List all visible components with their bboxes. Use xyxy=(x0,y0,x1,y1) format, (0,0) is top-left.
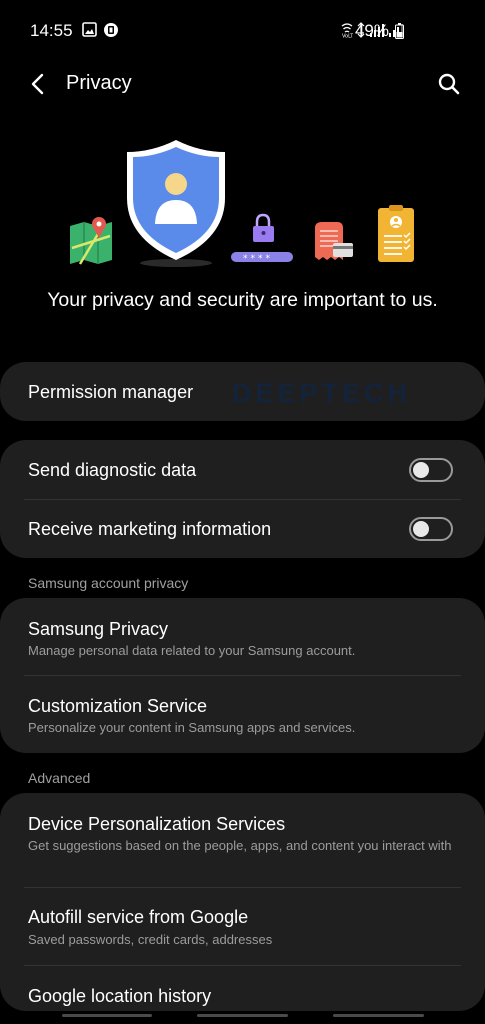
customization-service-row[interactable]: Customization Service Personalize your c… xyxy=(0,676,485,753)
receive-marketing-row[interactable]: Receive marketing information xyxy=(0,499,485,558)
samsung-privacy-title: Samsung Privacy xyxy=(28,619,169,639)
recents-nav-button[interactable] xyxy=(62,1014,152,1017)
device-personalization-subtitle: Get suggestions based on the people, app… xyxy=(28,838,452,853)
send-diagnostic-data-row[interactable]: Send diagnostic data xyxy=(0,440,485,499)
wifi-calling-icon: VoLTE xyxy=(341,23,353,39)
samsung-privacy-card: Samsung Privacy Manage personal data rel… xyxy=(0,598,485,753)
data-toggles-card: Send diagnostic data Receive marketing i… xyxy=(0,440,485,558)
customization-service-subtitle: Personalize your content in Samsung apps… xyxy=(28,720,356,735)
status-time: 14:55 xyxy=(30,21,73,40)
send-diagnostic-data-toggle[interactable] xyxy=(409,458,453,482)
lock-password-icon: **** xyxy=(231,213,293,264)
battery-percent: 49% xyxy=(354,21,389,40)
customization-service-title: Customization Service xyxy=(28,696,208,716)
receipt-card-icon xyxy=(315,222,353,260)
app-notification-icon xyxy=(104,23,118,37)
samsung-privacy-subtitle: Manage personal data related to your Sam… xyxy=(28,643,356,658)
autofill-service-row[interactable]: Autofill service from Google Saved passw… xyxy=(0,888,485,965)
autofill-service-subtitle: Saved passwords, credit cards, addresses xyxy=(28,932,273,947)
autofill-service-title: Autofill service from Google xyxy=(28,907,249,927)
permission-manager-label: Permission manager xyxy=(28,382,194,402)
toggle-knob xyxy=(413,521,429,537)
navigation-bar xyxy=(0,1002,485,1024)
map-icon xyxy=(70,217,112,265)
samsung-account-privacy-header: Samsung account privacy xyxy=(28,575,189,591)
samsung-privacy-row[interactable]: Samsung Privacy Manage personal data rel… xyxy=(0,598,485,675)
send-diagnostic-data-label: Send diagnostic data xyxy=(28,460,197,480)
back-arrow-icon[interactable] xyxy=(26,72,50,96)
advanced-card: Device Personalization Services Get sugg… xyxy=(0,793,485,1011)
receive-marketing-toggle[interactable] xyxy=(409,517,453,541)
privacy-tagline: Your privacy and security are important … xyxy=(47,289,438,311)
device-personalization-title: Device Personalization Services xyxy=(28,814,286,834)
home-nav-button[interactable] xyxy=(197,1014,288,1017)
shield-icon xyxy=(127,140,225,267)
app-bar: Privacy xyxy=(0,62,485,106)
device-personalization-row[interactable]: Device Personalization Services Get sugg… xyxy=(0,793,485,887)
battery-icon xyxy=(395,23,404,39)
advanced-header: Advanced xyxy=(28,770,91,786)
receive-marketing-label: Receive marketing information xyxy=(28,519,272,539)
id-clipboard-icon xyxy=(378,205,414,262)
svg-text:****: **** xyxy=(243,254,273,264)
status-bar: 14:55 VoLTE 49% xyxy=(0,0,485,62)
toggle-knob xyxy=(413,462,429,478)
search-icon[interactable] xyxy=(437,72,461,96)
page-title: Privacy xyxy=(66,72,132,94)
watermark: DEEPTECH xyxy=(232,378,412,408)
privacy-illustration: **** xyxy=(70,140,414,267)
svg-text:VoLTE: VoLTE xyxy=(342,34,353,39)
gallery-icon xyxy=(82,22,97,37)
back-nav-button[interactable] xyxy=(333,1014,424,1017)
